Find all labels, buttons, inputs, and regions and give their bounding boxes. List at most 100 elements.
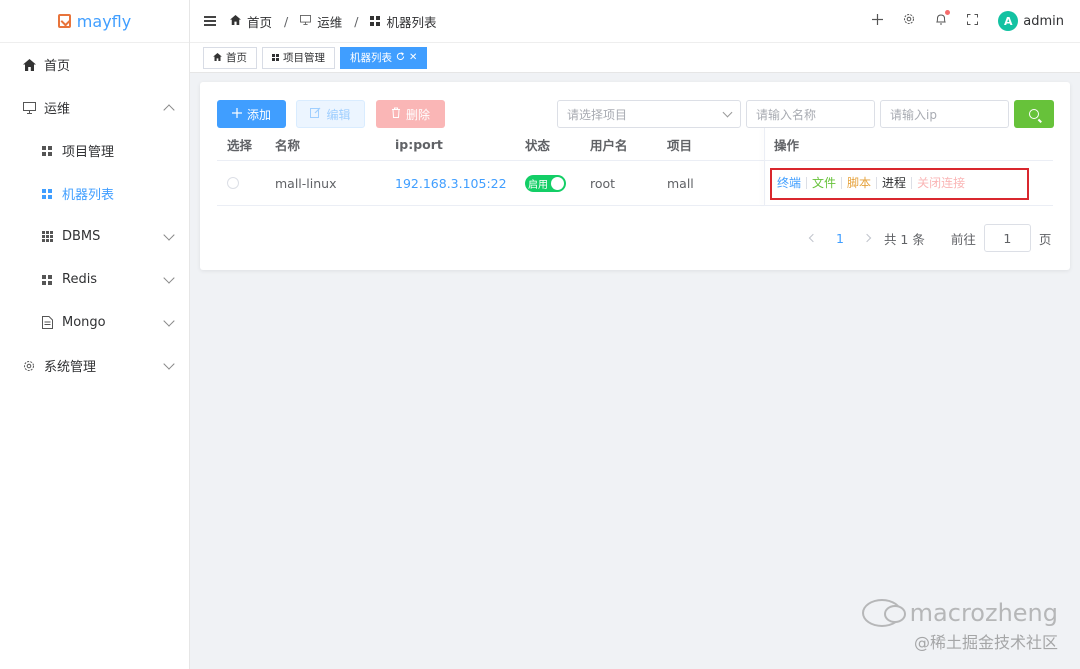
bell-icon[interactable]: [935, 10, 951, 29]
sidebar-item-label: 项目管理: [62, 145, 115, 160]
chevron-down-icon: [163, 357, 175, 370]
chevron-down-icon: [163, 314, 175, 327]
search-icon: [1029, 109, 1039, 119]
grid-icon: [370, 16, 381, 26]
plus-icon[interactable]: [872, 13, 884, 29]
prev-page-icon[interactable]: [808, 233, 818, 243]
page-number[interactable]: 1: [830, 231, 850, 246]
wechat-icon: [861, 599, 906, 627]
table-header: 选择 名称 ip:port 状态 用户名 项目 操作: [217, 128, 1053, 161]
gear-icon[interactable]: [903, 13, 915, 29]
chevron-down-icon: [163, 228, 175, 241]
refresh-icon[interactable]: [396, 51, 405, 64]
monitor-icon: [22, 101, 36, 115]
pagination: 1 共 1 条 前往 1 页: [800, 224, 1051, 252]
chevron-up-icon: [163, 103, 175, 116]
tab-machine-list[interactable]: 机器列表 ✕: [340, 46, 428, 69]
breadcrumb-separator: /: [354, 13, 359, 29]
header-actions: A admin: [872, 10, 1080, 31]
pagination-goto-label: 前往: [950, 231, 976, 247]
breadcrumb-item-machine-list: 机器列表: [386, 14, 437, 30]
name-input-placeholder: 请输入名称: [756, 107, 817, 122]
status-switch-label: 启用: [528, 179, 548, 191]
trash-icon: [391, 107, 401, 121]
column-header-project: 项目: [667, 137, 693, 153]
tags-view: 首页 项目管理 机器列表 ✕: [190, 43, 1080, 73]
tab-label: 首页: [226, 52, 247, 64]
app-logo-text: mayfly: [76, 11, 132, 31]
column-header-username: 用户名: [590, 137, 628, 153]
row-name: mall-linux: [275, 175, 337, 191]
row-project: mall: [667, 175, 694, 191]
tab-label: 项目管理: [283, 52, 325, 64]
row-username: root: [590, 175, 616, 191]
top-header: 首页 / 运维 / 机器列表 A admin: [190, 0, 1080, 43]
add-button[interactable]: 添加: [217, 100, 286, 128]
tab-home[interactable]: 首页: [203, 46, 257, 69]
gear-icon: [22, 359, 36, 373]
pagination-page-unit: 页: [1038, 231, 1052, 247]
watermark-account: macrozheng: [909, 599, 1058, 627]
switch-knob: [551, 176, 564, 190]
edit-button[interactable]: 编辑: [296, 100, 365, 128]
next-page-icon[interactable]: [862, 233, 872, 243]
search-button[interactable]: [1014, 100, 1054, 128]
sidebar-item-label: 机器列表: [62, 188, 115, 203]
chevron-down-icon: [163, 271, 175, 284]
column-header-actions: 操作: [774, 137, 800, 153]
sidebar-item-label: DBMS: [62, 229, 101, 244]
add-button-label: 添加: [246, 107, 271, 122]
column-header-ip-port: ip:port: [395, 136, 443, 152]
home-icon: [213, 52, 222, 64]
sidebar-item-redis[interactable]: Redis: [0, 258, 189, 301]
row-ip-port-link[interactable]: 192.168.3.105:22: [395, 161, 507, 205]
sidebar-item-label: 运维: [44, 102, 71, 117]
fullscreen-icon[interactable]: [967, 13, 979, 29]
sidebar-item-label: Mongo: [62, 315, 106, 330]
notification-dot: [945, 10, 951, 15]
project-select[interactable]: 请选择项目: [557, 100, 741, 128]
fixed-column-divider: [764, 128, 765, 206]
grid-icon: [40, 187, 54, 201]
sidebar-item-dbms[interactable]: DBMS: [0, 215, 189, 258]
delete-button-label: 删除: [405, 107, 430, 122]
tab-label: 机器列表: [350, 52, 392, 64]
watermark: macrozheng @稀土掘金技术社区: [861, 599, 1058, 653]
sidebar-item-ops[interactable]: 运维: [0, 86, 189, 129]
edit-icon: [310, 107, 321, 121]
status-switch[interactable]: 启用: [525, 174, 566, 192]
breadcrumb-item-home[interactable]: 首页: [247, 12, 272, 31]
ip-search-input[interactable]: 请输入ip: [880, 100, 1009, 128]
home-icon: [22, 58, 36, 72]
sidebar-item-system-management[interactable]: 系统管理: [0, 344, 189, 387]
grid-icon: [40, 273, 54, 287]
menu-collapse-icon[interactable]: [204, 16, 216, 26]
breadcrumb-separator: /: [284, 13, 289, 29]
grid-icon: [40, 144, 54, 158]
document-icon: [40, 316, 54, 330]
column-header-select: 选择: [227, 137, 253, 153]
sidebar-item-label: 首页: [44, 59, 71, 74]
plus-icon: [231, 107, 242, 121]
row-select-radio[interactable]: [227, 177, 239, 189]
app-logo[interactable]: mayfly: [0, 0, 189, 43]
sidebar-item-label: 系统管理: [44, 360, 97, 375]
mayfly-logo-icon: [57, 14, 71, 28]
avatar: A: [998, 11, 1019, 31]
chevron-down-icon: [722, 107, 733, 117]
name-search-input[interactable]: 请输入名称: [746, 100, 875, 128]
tab-project-management[interactable]: 项目管理: [262, 46, 335, 69]
page-jump-input[interactable]: 1: [983, 224, 1031, 252]
home-icon: [230, 14, 241, 28]
sidebar-item-home[interactable]: 首页: [0, 43, 189, 86]
breadcrumb-item-ops[interactable]: 运维: [317, 12, 342, 31]
sidebar-item-mongo[interactable]: Mongo: [0, 301, 189, 344]
close-icon[interactable]: ✕: [409, 52, 417, 63]
project-select-placeholder: 请选择项目: [567, 107, 628, 122]
pagination-total: 共 1 条: [883, 231, 925, 247]
sidebar-item-machine-list[interactable]: 机器列表: [0, 172, 189, 215]
user-menu[interactable]: A admin: [998, 11, 1064, 31]
sidebar-item-project-management[interactable]: 项目管理: [0, 129, 189, 172]
delete-button[interactable]: 删除: [376, 100, 445, 128]
ip-input-placeholder: 请输入ip: [890, 107, 937, 122]
